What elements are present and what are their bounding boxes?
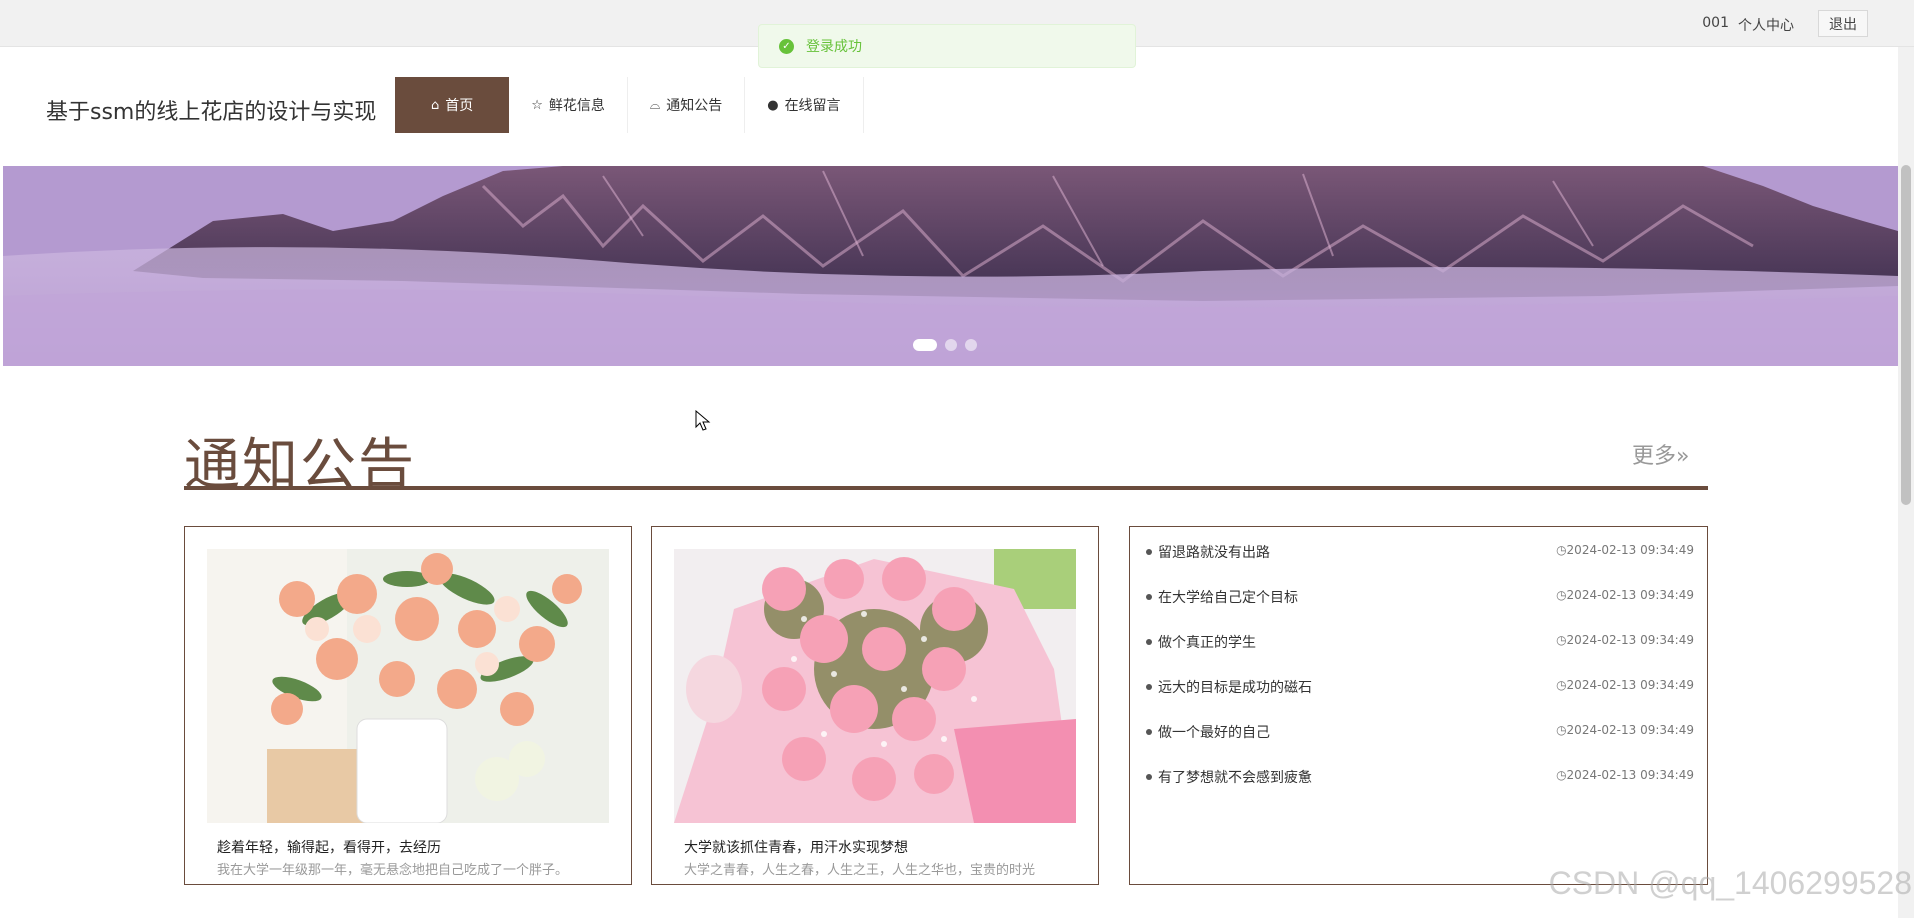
list-item-date: ◷2024-02-13 09:34:49 [1556,543,1694,557]
site-title: 基于ssm的线上花店的设计与实现 [46,100,377,125]
flower-photo-2 [674,549,1076,823]
bullet-icon [1146,774,1152,780]
list-item[interactable]: 留退路就没有出路 ◷2024-02-13 09:34:49 [1146,542,1694,564]
clock-icon: ◷ [1556,543,1567,557]
list-item-title: 做个真正的学生 [1158,635,1256,651]
banner-carousel[interactable] [3,166,1898,366]
list-item[interactable]: 在大学给自己定个目标 ◷2024-02-13 09:34:49 [1146,587,1694,609]
mountain-banner-image [3,166,1898,366]
clock-icon: ◷ [1556,633,1567,647]
home-icon: ⌂ [431,97,440,113]
clock-icon: ◷ [1556,678,1567,692]
list-item[interactable]: 做一个最好的自己 ◷2024-02-13 09:34:49 [1146,722,1694,744]
success-toast: ✓ 登录成功 [758,24,1136,68]
page-scrollbar[interactable] [1898,47,1914,918]
list-item-title: 远大的目标是成功的磁石 [1158,680,1312,696]
mouse-cursor-icon [695,410,711,431]
card-description: 我在大学一年级那一年，毫无悬念地把自己吃成了一个胖子。 [217,863,569,878]
carousel-dot-1[interactable] [913,339,937,351]
bullet-icon [1146,549,1152,555]
list-item-title: 有了梦想就不会感到疲惫 [1158,770,1312,786]
clock-icon: ◷ [1556,723,1567,737]
list-item-title: 在大学给自己定个目标 [1158,590,1298,606]
list-item-date: ◷2024-02-13 09:34:49 [1556,723,1694,737]
bullet-icon [1146,594,1152,600]
list-item-date: ◷2024-02-13 09:34:49 [1556,678,1694,692]
list-item-date: ◷2024-02-13 09:34:49 [1556,633,1694,647]
double-chevron-right-icon: » [1676,444,1690,469]
nav-item-label: 通知公告 [666,98,723,114]
toast-message: 登录成功 [806,39,862,55]
clock-icon: ◷ [1556,588,1567,602]
more-link[interactable]: 更多» [1632,438,1689,470]
notice-card-2[interactable]: 大学就该抓住青春，用汗水实现梦想 大学之青春，人生之春，人生之王，人生之华也，宝… [651,526,1099,885]
bullet-icon [1146,684,1152,690]
list-item[interactable]: 做个真正的学生 ◷2024-02-13 09:34:49 [1146,632,1694,654]
card-title: 大学就该抓住青春，用汗水实现梦想 [684,840,908,856]
carousel-dot-3[interactable] [965,339,977,351]
clock-icon: ◷ [1556,768,1567,782]
logout-button[interactable]: 退出 [1818,10,1868,37]
nav-item-messages[interactable]: ● 在线留言 [745,77,864,133]
csdn-watermark: CSDN @qq_1406299528 [1548,865,1912,901]
nav-item-label: 在线留言 [784,98,841,114]
list-item-title: 做一个最好的自己 [1158,725,1270,741]
notice-card-1[interactable]: 趁着年轻，输得起，看得开，去经历 我在大学一年级那一年，毫无悬念地把自己吃成了一… [184,526,632,885]
user-id-label: 001 [1702,15,1729,31]
list-item-date: ◷2024-02-13 09:34:49 [1556,588,1694,602]
list-item[interactable]: 远大的目标是成功的磁石 ◷2024-02-13 09:34:49 [1146,677,1694,699]
carousel-indicators [913,339,977,351]
flower-photo-1 [207,549,609,823]
list-item-title: 留退路就没有出路 [1158,545,1270,561]
nav-item-label: 鲜花信息 [548,98,605,114]
more-label: 更多 [1632,444,1677,469]
scrollbar-thumb[interactable] [1901,165,1911,505]
carousel-dot-2[interactable] [945,339,957,351]
section-divider [184,486,1708,490]
main-nav: ⌂ 首页 ☆ 鲜花信息 ⌓ 通知公告 ● 在线留言 [395,77,864,133]
nav-item-notices[interactable]: ⌓ 通知公告 [628,77,746,133]
bullet-icon [1146,639,1152,645]
list-item[interactable]: 有了梦想就不会感到疲惫 ◷2024-02-13 09:34:49 [1146,767,1694,789]
card-title: 趁着年轻，输得起，看得开，去经历 [217,840,441,856]
nav-item-home[interactable]: ⌂ 首页 [395,77,510,133]
notice-list: 留退路就没有出路 ◷2024-02-13 09:34:49 在大学给自己定个目标… [1129,526,1708,885]
list-item-date: ◷2024-02-13 09:34:49 [1556,768,1694,782]
check-circle-icon: ✓ [779,38,794,54]
nav-item-flowers[interactable]: ☆ 鲜花信息 [509,77,628,133]
personal-center-link[interactable]: 个人中心 [1738,15,1794,35]
card-description: 大学之青春，人生之春，人生之王，人生之华也，宝贵的时光 [684,863,1036,878]
nav-item-label: 首页 [445,98,474,114]
star-icon: ☆ [531,97,543,113]
exclamation-icon: ● [767,97,779,113]
bag-icon: ⌓ [649,97,661,113]
bullet-icon [1146,729,1152,735]
